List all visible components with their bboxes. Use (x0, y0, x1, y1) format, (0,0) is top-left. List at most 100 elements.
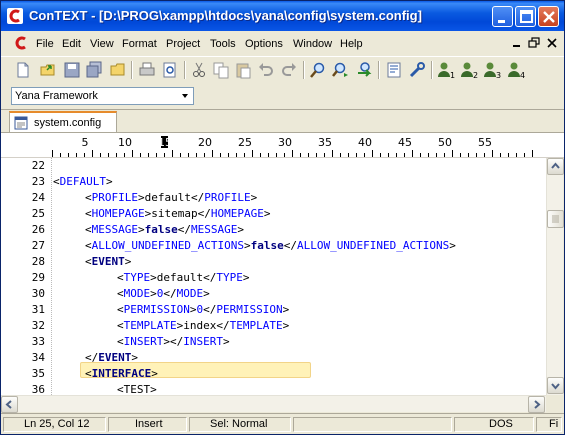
tab-system-config[interactable]: system.config (9, 111, 117, 133)
find-next-icon[interactable] (332, 61, 350, 79)
code-line[interactable]: 24 <PROFILE>default</PROFILE> (1, 190, 546, 206)
app-window: ConTEXT - [D:\PROG\xampp\htdocs\yana\con… (0, 0, 565, 435)
context-app-icon[interactable] (7, 8, 23, 24)
scroll-left-button[interactable] (1, 396, 18, 413)
tools-icon[interactable] (408, 61, 426, 79)
scroll-up-button[interactable] (547, 158, 564, 175)
title-bar[interactable]: ConTEXT - [D:\PROG\xampp\htdocs\yana\con… (1, 1, 564, 31)
menu-edit[interactable]: Edit (62, 38, 81, 50)
save-all-icon[interactable] (85, 61, 103, 79)
menu-tools[interactable]: Tools (210, 38, 236, 50)
ruler-label: 25 (238, 136, 252, 149)
ruler-label: 5 (82, 136, 89, 149)
code-text: <TYPE>default</TYPE> (117, 271, 250, 284)
print-icon[interactable] (138, 61, 156, 79)
copy-icon[interactable] (212, 61, 230, 79)
svg-text:4: 4 (520, 71, 525, 79)
scroll-thumb[interactable] (547, 210, 564, 228)
document-tabs: system.config (1, 109, 564, 133)
code-text: <DEFAULT> (53, 175, 113, 188)
code-editor[interactable]: 22 23 <DEFAULT> 24 <PROFILE>default</PROFILE… (1, 158, 546, 395)
menu-view[interactable]: View (90, 38, 114, 50)
code-line[interactable]: 34 </EVENT> (1, 350, 546, 366)
status-selection-mode[interactable]: Sel: Normal (189, 417, 291, 432)
code-line[interactable]: 23 <DEFAULT> (1, 174, 546, 190)
highlighter-value: Yana Framework (15, 90, 98, 102)
line-number: 36 (31, 383, 45, 395)
code-line[interactable]: 26 <MESSAGE>false</MESSAGE> (1, 222, 546, 238)
scrollbar-corner (546, 395, 563, 412)
ruler-label: 15 (158, 136, 172, 149)
menu-project[interactable]: Project (166, 38, 200, 50)
user-command-3-icon[interactable]: 3 (483, 61, 501, 79)
scroll-right-button[interactable] (528, 396, 545, 413)
word-wrap-icon[interactable] (385, 61, 403, 79)
ruler: 5 10 15 20 25 30 35 40 45 50 55 (1, 132, 564, 158)
scroll-down-button[interactable] (547, 377, 564, 394)
status-insert-mode[interactable]: Insert (108, 417, 187, 432)
status-line-format[interactable]: DOS (454, 417, 534, 432)
minimize-button[interactable] (492, 6, 513, 27)
highlighter-select[interactable]: Yana Framework (11, 87, 194, 105)
toolbar-separator (184, 61, 186, 79)
code-line[interactable]: 32 <TEMPLATE>index</TEMPLATE> (1, 318, 546, 334)
vertical-scrollbar[interactable] (546, 158, 564, 395)
code-line[interactable]: 25 <HOMEPAGE>sitemap</HOMEPAGE> (1, 206, 546, 222)
chevron-down-icon[interactable] (178, 89, 192, 103)
toolbar-separator (303, 61, 305, 79)
paste-icon[interactable] (234, 61, 252, 79)
code-line[interactable]: 27 <ALLOW_UNDEFINED_ACTIONS>false</ALLOW_… (1, 238, 546, 254)
code-line[interactable]: 33 <INSERT></INSERT> (1, 334, 546, 350)
code-line[interactable]: 36 <TEST> (1, 382, 546, 395)
ruler-label: 10 (118, 136, 132, 149)
code-line[interactable]: 31 <PERMISSION>0</PERMISSION> (1, 302, 546, 318)
arrow-up-icon (551, 162, 560, 169)
cut-icon[interactable] (190, 61, 208, 79)
mdi-minimize-icon[interactable] (511, 37, 523, 49)
status-file-type: Fi (536, 417, 562, 432)
find-icon[interactable] (309, 61, 327, 79)
horizontal-scrollbar[interactable] (1, 395, 546, 413)
line-number: 35 (31, 367, 45, 380)
code-text: <MESSAGE>false</MESSAGE> (85, 223, 244, 236)
ruler-label: 45 (398, 136, 412, 149)
open-file-icon[interactable] (39, 61, 57, 79)
code-line[interactable]: 35 <INTERFACE> (1, 366, 546, 382)
open-folder-icon[interactable] (109, 61, 127, 79)
user-command-4-icon[interactable]: 4 (507, 61, 525, 79)
document-icon (14, 116, 28, 130)
close-icon (543, 11, 555, 23)
code-text: </EVENT> (85, 351, 138, 364)
menu-help[interactable]: Help (340, 38, 363, 50)
line-number: 30 (31, 287, 45, 300)
close-button[interactable] (538, 6, 559, 27)
code-line[interactable]: 30 <MODE>0</MODE> (1, 286, 546, 302)
status-blank (293, 417, 452, 432)
mdi-restore-icon[interactable] (528, 37, 540, 49)
ruler-label: 55 (478, 136, 492, 149)
mdi-close-icon[interactable] (546, 37, 558, 49)
menu-format[interactable]: Format (122, 38, 157, 50)
replace-icon[interactable] (356, 61, 374, 79)
code-text: <ALLOW_UNDEFINED_ACTIONS>false</ALLOW_UN… (85, 239, 456, 252)
document-system-menu-icon[interactable] (13, 35, 29, 51)
redo-icon[interactable] (280, 61, 298, 79)
ruler-label: 50 (438, 136, 452, 149)
maximize-button[interactable] (515, 6, 536, 27)
save-icon[interactable] (63, 61, 81, 79)
undo-icon[interactable] (257, 61, 275, 79)
line-number: 33 (31, 335, 45, 348)
user-command-2-icon[interactable]: 2 (460, 61, 478, 79)
arrow-left-icon (5, 400, 12, 409)
user-command-1-icon[interactable]: 1 (437, 61, 455, 79)
menu-file[interactable]: File (36, 38, 54, 50)
code-line[interactable]: 29 <TYPE>default</TYPE> (1, 270, 546, 286)
menu-window[interactable]: Window (293, 38, 332, 50)
new-file-icon[interactable] (14, 61, 32, 79)
code-line[interactable]: 22 (1, 158, 546, 174)
code-line[interactable]: 28 <EVENT> (1, 254, 546, 270)
code-text: <TEST> (117, 383, 157, 395)
menu-options[interactable]: Options (245, 38, 283, 50)
print-preview-icon[interactable] (161, 61, 179, 79)
status-cursor-position: Ln 25, Col 12 (3, 417, 106, 432)
